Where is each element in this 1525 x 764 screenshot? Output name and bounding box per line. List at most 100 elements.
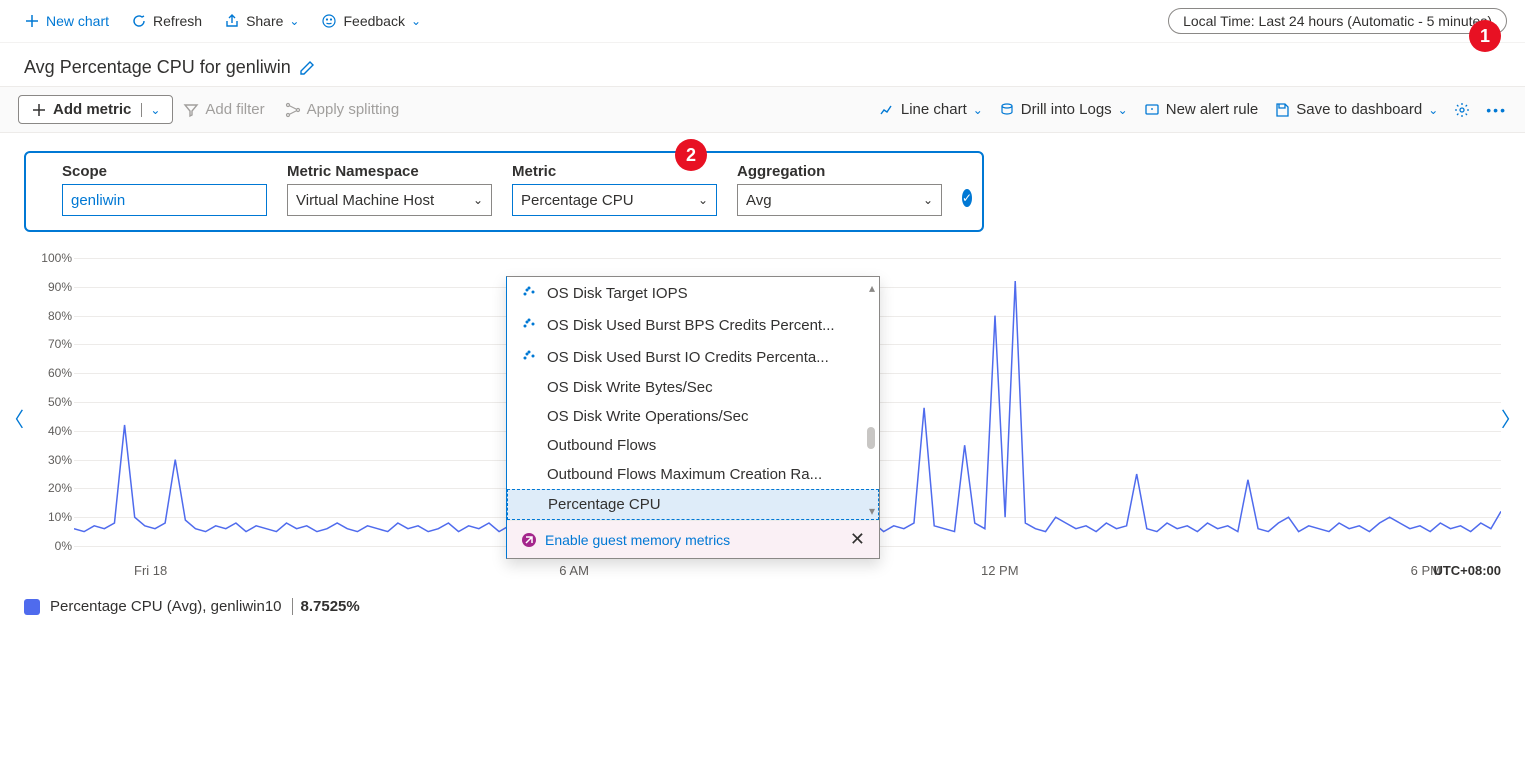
chevron-down-icon: ⌄ [1118,103,1128,117]
logs-icon [999,102,1015,118]
callout-1: 1 [1469,20,1501,52]
chevron-down-icon: ⌄ [698,193,708,207]
new-alert-button[interactable]: New alert rule [1144,101,1259,118]
save-dashboard-label: Save to dashboard [1296,101,1422,118]
metric-dropdown-item[interactable]: OS Disk Used Burst BPS Credits Percent..… [507,309,879,341]
new-chart-label: New chart [46,13,109,29]
enable-guest-metrics-link[interactable]: Enable guest memory metrics [521,532,730,548]
y-tick-label: 20% [48,481,72,495]
metric-dropdown-item[interactable]: Percentage CPU [507,489,879,520]
scroll-up-icon[interactable]: ▴ [869,281,875,295]
x-tick-label: Fri 18 [134,563,167,578]
chevron-down-icon: ⌄ [289,14,299,28]
top-toolbar: New chart Refresh Share ⌄ Feedback ⌄ Loc… [0,0,1525,43]
more-icon[interactable]: ••• [1486,102,1507,118]
legend-value: 8.7525% [292,598,360,615]
x-axis: Fri 186 AM12 PM6 PM [74,563,1501,578]
x-tick-label: 6 AM [559,563,589,578]
aggregation-label: Aggregation [737,163,942,180]
aggregation-select[interactable]: Avg ⌄ [737,184,942,216]
close-icon[interactable]: ✕ [850,529,865,550]
prev-arrow[interactable]: 〈 [4,404,24,433]
add-filter-button: Add filter [173,96,274,123]
metric-value: Percentage CPU [521,192,634,209]
scope-label: Scope [62,163,267,180]
metric-config-panel: Scope genliwin Metric Namespace Virtual … [24,151,984,232]
metric-dropdown-item[interactable]: OS Disk Write Operations/Sec [507,402,879,431]
chart-toolbar: Add metric ⌄ Add filter Apply splitting … [0,86,1525,133]
namespace-value: Virtual Machine Host [296,192,434,209]
timezone-label: UTC+08:00 [1433,563,1501,578]
y-tick-label: 50% [48,395,72,409]
y-tick-label: 0% [55,539,72,553]
new-chart-button[interactable]: New chart [18,9,115,33]
add-metric-button[interactable]: Add metric ⌄ [18,95,173,124]
feedback-button[interactable]: Feedback ⌄ [315,9,427,33]
refresh-button[interactable]: Refresh [125,9,208,33]
scroll-down-icon[interactable]: ▾ [869,504,875,518]
filter-icon [183,102,199,118]
refresh-icon [131,13,147,29]
metric-dropdown-item[interactable]: OS Disk Write Bytes/Sec [507,373,879,402]
chevron-down-icon: ⌄ [411,14,421,28]
chevron-down-icon: ⌄ [1428,103,1438,117]
metric-dropdown-item[interactable]: Outbound Flows Maximum Creation Ra... [507,460,879,489]
y-tick-label: 100% [41,251,72,265]
legend-swatch [24,599,40,615]
metric-select[interactable]: Percentage CPU ⌄ [512,184,717,216]
metric-dropdown: ▴ ▾ OS Disk Target IOPSOS Disk Used Burs… [506,276,880,559]
save-dashboard-button[interactable]: Save to dashboard ⌄ [1274,101,1438,118]
scatter-icon [521,315,537,335]
apply-split-label: Apply splitting [307,101,400,118]
metric-dropdown-item[interactable]: OS Disk Used Burst IO Credits Percenta..… [507,341,879,373]
chevron-down-icon: ⌄ [923,193,933,207]
chart-type-button[interactable]: Line chart ⌄ [879,101,983,118]
chevron-down-icon: ⌄ [973,103,983,117]
plus-icon [31,102,47,118]
metric-dropdown-item[interactable]: Outbound Flows [507,431,879,460]
share-button[interactable]: Share ⌄ [218,9,305,33]
y-axis: 100%90%80%70%60%50%40%30%20%10%0% [24,258,74,558]
y-tick-label: 90% [48,280,72,294]
x-tick-label: 12 PM [981,563,1019,578]
aggregation-value: Avg [746,192,772,209]
add-metric-label: Add metric [53,101,131,118]
share-label: Share [246,13,283,29]
drill-logs-button[interactable]: Drill into Logs ⌄ [999,101,1128,118]
add-filter-label: Add filter [205,101,264,118]
feedback-label: Feedback [343,13,404,29]
refresh-label: Refresh [153,13,202,29]
chart-type-label: Line chart [901,101,967,118]
y-tick-label: 10% [48,510,72,524]
scope-input[interactable]: genliwin [62,184,267,216]
namespace-label: Metric Namespace [287,163,492,180]
y-tick-label: 80% [48,309,72,323]
drill-logs-label: Drill into Logs [1021,101,1112,118]
chevron-down-icon[interactable]: ⌄ [141,103,160,117]
scrollbar-thumb[interactable] [867,427,875,449]
gear-icon[interactable] [1454,102,1470,118]
scatter-icon [521,283,537,303]
time-range-button[interactable]: Local Time: Last 24 hours (Automatic - 5… [1168,8,1507,34]
save-icon [1274,102,1290,118]
chart-title: Avg Percentage CPU for genliwin [24,57,291,78]
metric-dropdown-item[interactable]: OS Disk Target IOPS [507,277,879,309]
next-arrow[interactable]: 〉 [1501,404,1521,433]
chart-legend: Percentage CPU (Avg), genliwin10 8.7525% [24,598,1501,615]
alert-icon [1144,102,1160,118]
edit-icon[interactable] [299,60,315,76]
split-icon [285,102,301,118]
namespace-group: Metric Namespace Virtual Machine Host ⌄ [287,163,492,216]
legend-series-name: Percentage CPU (Avg), genliwin10 [50,598,282,615]
confirm-check-icon[interactable]: ✓ [962,189,972,207]
y-tick-label: 30% [48,453,72,467]
smile-icon [321,13,337,29]
plus-icon [24,13,40,29]
chart-title-row: Avg Percentage CPU for genliwin [0,43,1525,86]
y-tick-label: 60% [48,366,72,380]
share-icon [224,13,240,29]
metric-group: Metric Percentage CPU ⌄ 2 [512,163,717,216]
line-chart-icon [879,102,895,118]
y-tick-label: 40% [48,424,72,438]
namespace-select[interactable]: Virtual Machine Host ⌄ [287,184,492,216]
